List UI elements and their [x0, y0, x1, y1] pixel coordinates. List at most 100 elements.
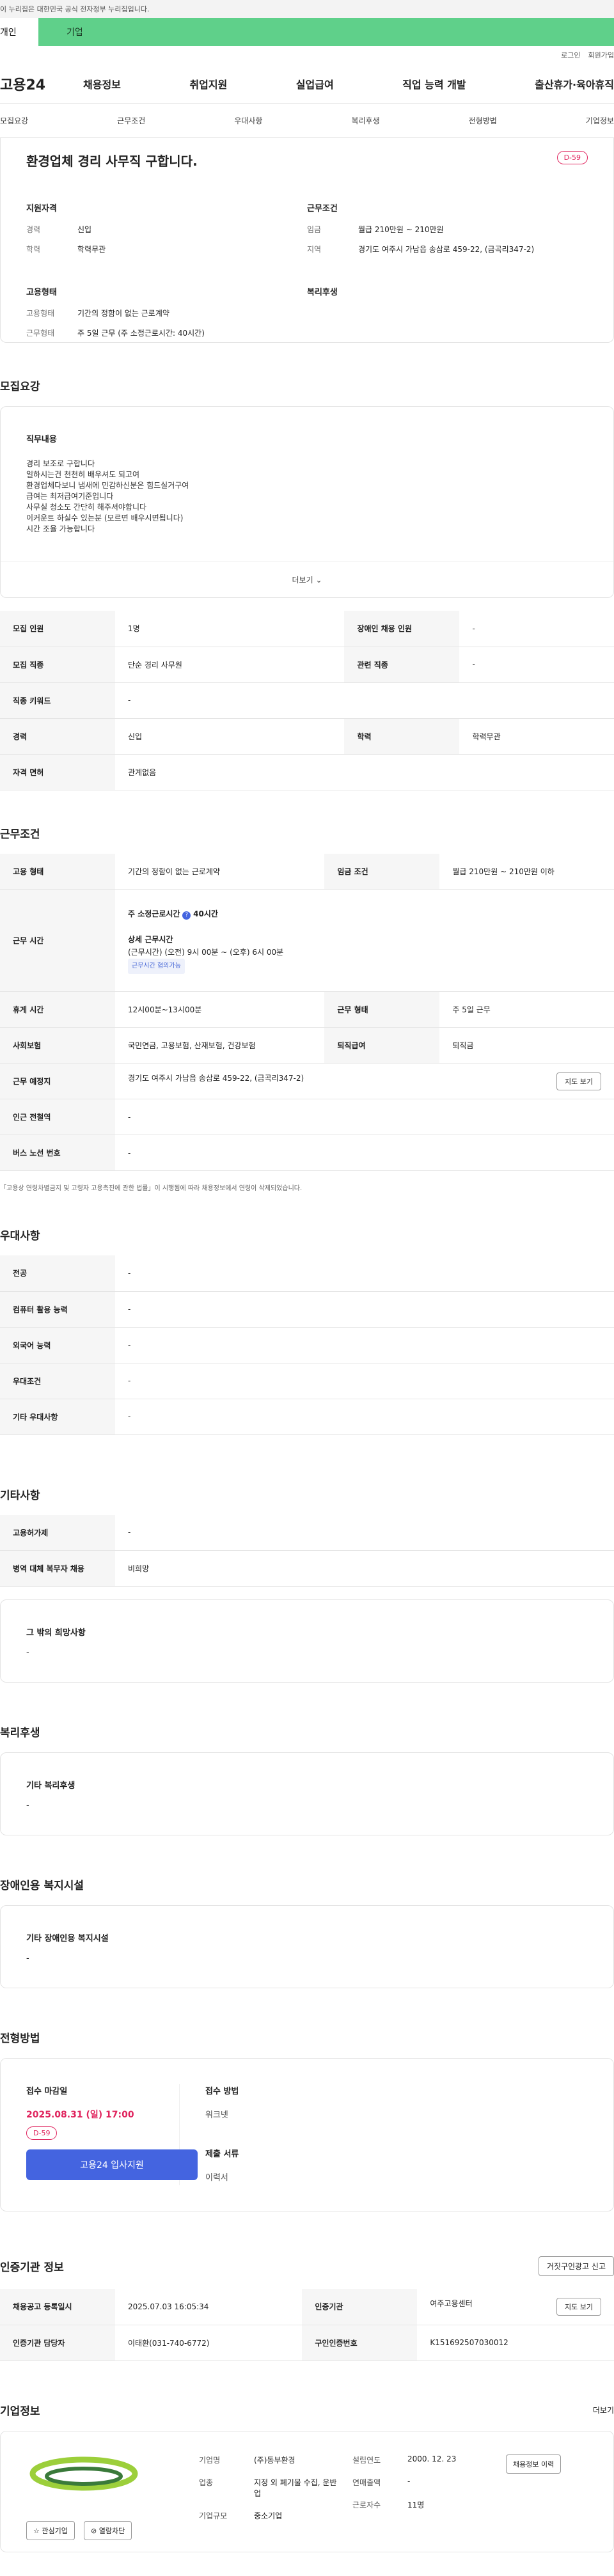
table-row: 컴퓨터 활용 능력 - [0, 1291, 614, 1328]
table-row: 경력 신입 학력 학력무관 [0, 718, 614, 755]
company-section: 기업정보 더보기 ☆ 관심기업 ⊘ 열람차단 기업명 (주)동부환경 업종 지정 외… [0, 2402, 614, 2552]
subnav-item[interactable]: 우대사항 [234, 115, 262, 126]
kv-key: 고용형태 [26, 309, 55, 318]
gnb-item[interactable]: 직업 능력 개발 [402, 76, 466, 91]
fav-company-button[interactable]: ☆ 관심기업 [26, 2520, 75, 2540]
qual-title: 지원자격 [26, 204, 57, 214]
kv-key: 임금 [307, 225, 322, 234]
section-title: 전형방법 [0, 2032, 40, 2045]
job-title: 환경업체 경리 사무직 구합니다. [26, 153, 198, 169]
table-row: 고용 형태 기간의 정함이 없는 근로계약 임금 조건 월급 210만원 ~ 210만… [0, 853, 614, 890]
disabled-card: 기타 장애인용 복지시설 - [0, 1905, 614, 1988]
company-card: ☆ 관심기업 ⊘ 열람차단 기업명 (주)동부환경 업종 지정 외 폐기물 수집, … [0, 2430, 614, 2552]
table-row: 전공 - [0, 1255, 614, 1292]
kv-value: 기간의 정함이 없는 근로계약 [77, 309, 169, 318]
gnb-item[interactable]: 실업급여 [296, 76, 334, 91]
pref-section: 우대사항 전공 - 컴퓨터 활용 능력 - 외국어 능력 - 우대조건 - 기타 우대사… [0, 1227, 614, 1435]
more-link[interactable]: 더보기 [593, 2405, 614, 2415]
map-button[interactable]: 지도 보기 [556, 2297, 601, 2316]
site-logo[interactable]: 고용24 [0, 74, 83, 94]
subnav-item[interactable]: 전형방법 [469, 115, 497, 126]
chevron-down-icon: ⌄ [313, 575, 322, 585]
gnb-item[interactable]: 취업지원 [189, 76, 227, 91]
kv-value: 주 5일 근무 (주 소정근로시간: 40시간) [77, 329, 205, 338]
welfare-section: 복리후생 기타 복리후생 - [0, 1724, 614, 1835]
table-row: 버스 노선 번호 - [0, 1135, 614, 1171]
user-type-tabs: 개인 기업 [0, 18, 614, 46]
table-row: 기타 우대사항 - [0, 1399, 614, 1435]
agency-table: 채용공고 등록일시 2025.07.03 16:05:34 인증기관 여주고용센터 지도… [0, 2289, 614, 2361]
table-row: 고용허가제 - [0, 1514, 614, 1551]
section-title: 근무조건 [0, 828, 40, 841]
signup-link[interactable]: 회원가입 [588, 50, 614, 60]
company-logo [29, 2456, 138, 2490]
screening-section: 전형방법 접수 마감일 2025.08.31 (일) 17:00 D-59 고용… [0, 2029, 614, 2211]
info-icon[interactable]: ? [182, 911, 191, 920]
kv-value: 학력무관 [77, 245, 106, 254]
table-row: 직종 키워드 - [0, 682, 614, 719]
subnav-item[interactable]: 근무조건 [117, 115, 145, 126]
kv-value: 경기도 여주시 가남읍 송삼로 459-22, (금곡리347-2) [358, 245, 535, 254]
apply-button[interactable]: 고용24 입사지원 [26, 2149, 198, 2180]
table-row: 우대조건 - [0, 1363, 614, 1399]
duty-title: 직무내용 [26, 435, 57, 444]
section-title: 기타사항 [0, 1489, 40, 1502]
login-link[interactable]: 로그인 [561, 50, 580, 60]
table-row: 모집 인원 1명 장애인 채용 인원 - [0, 611, 614, 647]
apply-card: 접수 마감일 2025.08.31 (일) 17:00 D-59 고용24 입사… [0, 2058, 614, 2211]
table-row: 사회보험 국민연금, 고용보험, 산재보험, 건강보험 퇴직급여 퇴직금 [0, 1027, 614, 1064]
section-title: 장애인용 복지시설 [0, 1880, 84, 1892]
section-title: 기업정보 [0, 2405, 40, 2418]
etc-table: 고용허가제 - 병역 대체 복무자 채용 비희망 [0, 1514, 614, 1587]
table-row: 병역 대체 복무자 채용 비희망 [0, 1550, 614, 1587]
welfare-card: 기타 복리후생 - [0, 1752, 614, 1835]
block-button[interactable]: ⊘ 열람차단 [83, 2520, 132, 2540]
deadline-date: 2025.08.31 (일) 17:00 [26, 2110, 134, 2120]
map-button[interactable]: 지도 보기 [556, 1072, 601, 1090]
dday-badge: D-59 [556, 151, 588, 164]
report-button[interactable]: 거짓구인광고 신고 [538, 2256, 614, 2276]
negotiable-tag: 근무시간 협의가능 [128, 958, 185, 974]
etc-section: 기타사항 고용허가제 - 병역 대체 복무자 채용 비희망 그 밖의 희망사항 - [0, 1486, 614, 1683]
subnav-item[interactable]: 모집요강 [0, 115, 28, 126]
gnb-item[interactable]: 채용정보 [83, 76, 121, 91]
welfare-title: 복리후생 [307, 288, 338, 297]
gnb-item[interactable]: 출산휴가·육아휴직 [535, 76, 614, 91]
tab-personal[interactable]: 개인 [0, 18, 38, 46]
dday-badge: D-59 [26, 2126, 58, 2140]
subnav-item[interactable]: 복리후생 [351, 115, 379, 126]
duty-card: 직무내용 경리 보조로 구합니다 일하시는건 천천히 배우셔도 되고여 환경업체… [0, 406, 614, 598]
section-title: 우대사항 [0, 1230, 40, 1243]
work-section: 근무조건 고용 형태 기간의 정함이 없는 근로계약 임금 조건 월급 210만원 ~… [0, 825, 614, 1192]
table-row: 휴게 시간 12시00분~13시00분 근무 형태 주 5일 근무 [0, 991, 614, 1028]
table-row: 근무 예정지 경기도 여주시 가남읍 송삼로 459-22, (금곡리347-2)… [0, 1063, 614, 1099]
section-title: 인증기관 정보 [0, 2261, 64, 2274]
kv-key: 경력 [26, 225, 41, 234]
tab-company[interactable]: 기업 [38, 18, 614, 46]
age-note: 「고용상 연령차별금지 및 고령자 고용촉진에 관한 법률」이 시행됨에 따라 … [0, 1185, 303, 1192]
util-links: 로그인 회원가입 [0, 46, 614, 64]
emp-title: 고용형태 [26, 288, 57, 297]
kv-value: 월급 210만원 ~ 210만원 [358, 225, 444, 234]
history-button[interactable]: 채용정보 이력 [506, 2454, 562, 2474]
recruit-table: 모집 인원 1명 장애인 채용 인원 - 모집 직종 단순 경리 사무원 관련 직종 - 직… [0, 611, 614, 790]
table-row: 모집 직종 단순 경리 사무원 관련 직종 - [0, 647, 614, 683]
table-row: 인증기관 담당자 이태환(031-740-6772) 구인인증번호 K15169250… [0, 2325, 614, 2361]
summary-card: 환경업체 경리 사무직 구합니다. D-59 지원자격 경력 신입 학력 학력무관 … [0, 138, 614, 343]
work-table: 고용 형태 기간의 정함이 없는 근로계약 임금 조건 월급 210만원 ~ 210만… [0, 853, 614, 1171]
global-nav: 고용24 채용정보 취업지원 실업급여 직업 능력 개발 출산휴가·육아휴직 [0, 64, 614, 104]
hope-card: 그 밖의 희망사항 - [0, 1599, 614, 1683]
kv-key: 지역 [307, 245, 322, 254]
table-row: 인근 전철역 - [0, 1099, 614, 1135]
block-icon: ⊘ [90, 2526, 99, 2535]
more-button[interactable]: 더보기 ⌄ [1, 562, 613, 597]
table-row: 근무 시간 주 소정근로시간 ? 40시간 상세 근무시간 (근무시간) (오전… [0, 889, 614, 992]
table-row: 자격 면허 관계없음 [0, 754, 614, 790]
disabled-section: 장애인용 복지시설 기타 장애인용 복지시설 - [0, 1876, 614, 1988]
section-title: 복리후생 [0, 1727, 40, 1740]
subnav-item[interactable]: 기업정보 [586, 115, 614, 126]
table-row: 채용공고 등록일시 2025.07.03 16:05:34 인증기관 여주고용센터 지도… [0, 2289, 614, 2325]
cond-title: 근무조건 [307, 204, 338, 214]
star-icon: ☆ [33, 2526, 42, 2535]
gov-banner: 이 누리집은 대한민국 공식 전자정부 누리집입니다. [0, 0, 614, 18]
